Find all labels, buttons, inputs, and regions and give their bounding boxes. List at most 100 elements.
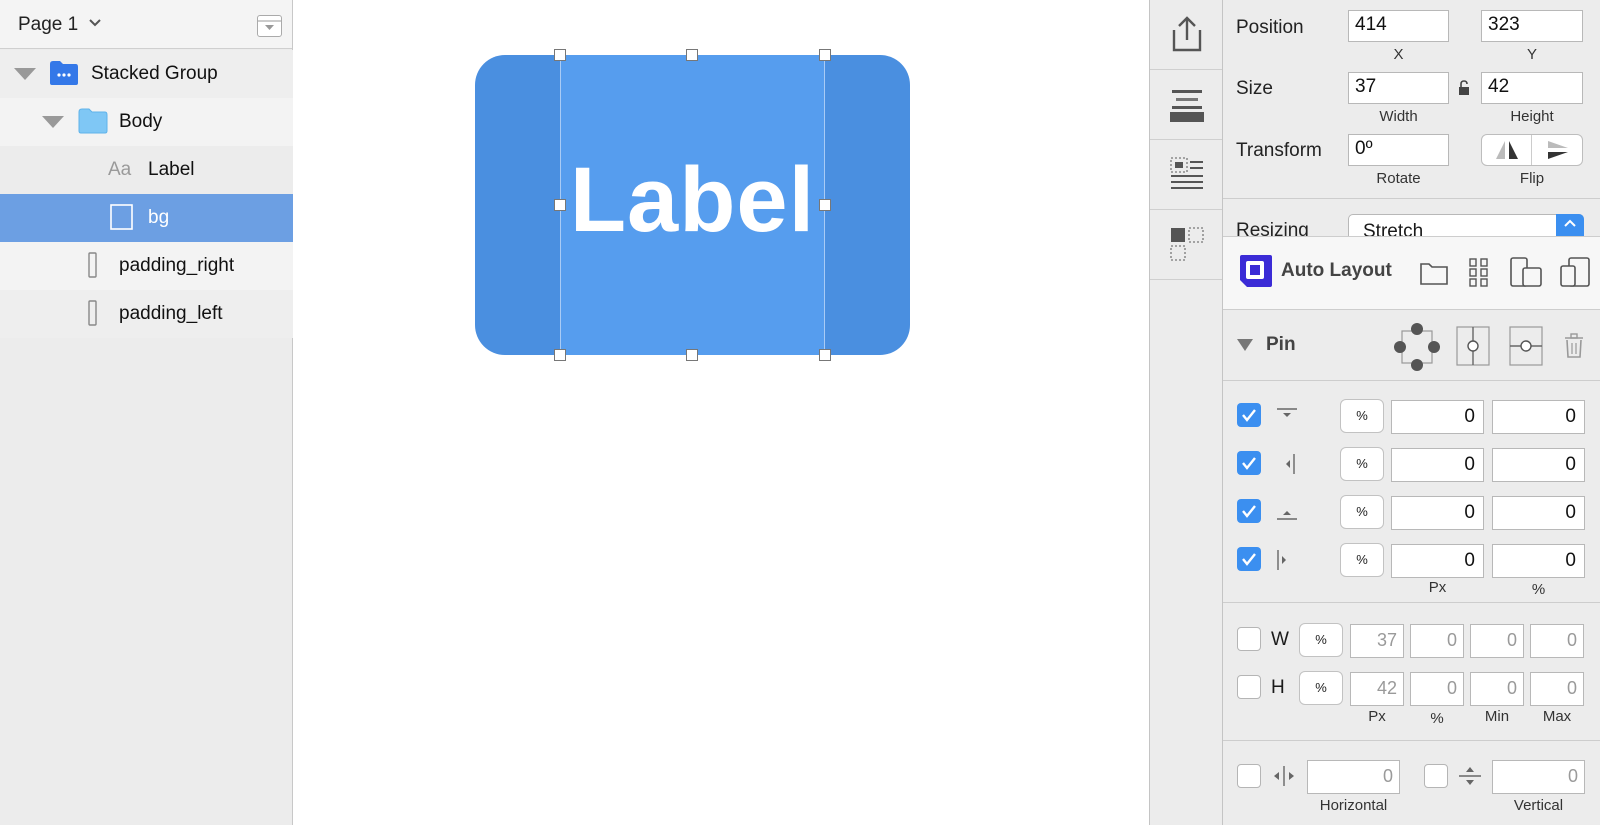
design-canvas[interactable]: Label <box>294 0 1149 825</box>
pin-top-px-input[interactable]: 0 <box>1391 400 1484 434</box>
pin-top-percent-input[interactable]: 0 <box>1492 400 1585 434</box>
center-horizontal-icon[interactable] <box>1455 325 1491 367</box>
center-vertical-icon[interactable] <box>1508 325 1544 367</box>
pin-top-unit-toggle[interactable]: % <box>1340 399 1384 433</box>
collapse-panel-icon[interactable] <box>257 15 282 37</box>
horizontal-spacing-input[interactable]: 0 <box>1307 760 1400 794</box>
select-arrows-icon <box>1556 214 1584 236</box>
flip-horizontal-icon <box>1496 141 1518 159</box>
selection-handle[interactable] <box>819 349 831 361</box>
auto-layout-title: Auto Layout <box>1281 260 1392 281</box>
height-caption: Height <box>1510 108 1554 125</box>
x-caption: X <box>1393 46 1404 63</box>
width-px-input[interactable]: 37 <box>1350 624 1404 658</box>
height-min-input[interactable]: 0 <box>1470 672 1524 706</box>
height-px-input[interactable]: 42 <box>1350 672 1404 706</box>
width-constraint-checkbox[interactable] <box>1237 627 1261 651</box>
height-unit-toggle[interactable]: % <box>1299 671 1343 705</box>
button-label-text[interactable]: Label <box>560 148 825 253</box>
rotate-input[interactable]: 0º <box>1348 134 1449 166</box>
folder-outline-icon[interactable] <box>1419 259 1449 287</box>
position-x-input[interactable]: 414 <box>1348 10 1449 42</box>
device-preview-icon[interactable] <box>1509 256 1543 288</box>
stack-folder-icon <box>50 61 78 85</box>
divider <box>1223 602 1600 603</box>
selection-handle[interactable] <box>554 49 566 61</box>
pin-right-px-input[interactable]: 0 <box>1391 544 1484 578</box>
height-max-input[interactable]: 0 <box>1530 672 1584 706</box>
pin-right-percent-input[interactable]: 0 <box>1492 544 1585 578</box>
layer-row-stacked-group[interactable]: Stacked Group <box>0 50 293 98</box>
disclosure-triangle-icon[interactable] <box>42 116 64 128</box>
layer-row-bg[interactable]: bg <box>0 194 293 242</box>
width-input[interactable]: 37 <box>1348 72 1449 104</box>
content-tool[interactable] <box>1150 140 1222 210</box>
vertical-spacing-input[interactable]: 0 <box>1492 760 1585 794</box>
text-layer-icon: Aa <box>108 159 132 180</box>
height-constraint-label: H <box>1271 677 1285 698</box>
width-max-input[interactable]: 0 <box>1530 624 1584 658</box>
grid-icon[interactable] <box>1468 257 1490 287</box>
height-input[interactable]: 42 <box>1481 72 1583 104</box>
pin-bottom-unit-toggle[interactable]: % <box>1340 495 1384 529</box>
percent-caption: % <box>1531 581 1546 598</box>
width-percent-input[interactable]: 0 <box>1410 624 1464 658</box>
selection-handle[interactable] <box>819 199 831 211</box>
pin-left-unit-toggle[interactable]: % <box>1340 447 1384 481</box>
pin-right-checkbox[interactable] <box>1237 547 1261 571</box>
vertical-spacing-icon <box>1459 767 1481 785</box>
width-unit-toggle[interactable]: % <box>1299 623 1343 657</box>
pin-right-icon <box>1277 550 1286 570</box>
pin-left-checkbox[interactable] <box>1237 451 1261 475</box>
horizontal-spacing-icon <box>1274 766 1294 786</box>
selection-handle[interactable] <box>554 349 566 361</box>
px-caption: Px <box>1428 579 1447 596</box>
layer-name: Stacked Group <box>91 63 218 84</box>
horizontal-spacing-checkbox[interactable] <box>1237 764 1261 788</box>
trash-icon[interactable] <box>1563 333 1585 359</box>
pin-top-icon <box>1277 408 1297 417</box>
page-selector[interactable]: Page 1 <box>18 14 78 36</box>
pin-bottom-percent-input[interactable]: 0 <box>1492 496 1585 530</box>
pin-top-checkbox[interactable] <box>1237 403 1261 427</box>
resizing-select[interactable]: Stretch <box>1348 214 1584 236</box>
flip-vertical-button[interactable] <box>1533 135 1583 165</box>
layer-name: Label <box>148 159 195 180</box>
layers-panel: Page 1 Stacked Group Body Aa Label bg pa… <box>0 0 293 825</box>
layer-row-body[interactable]: Body <box>0 98 293 146</box>
stack-tool[interactable] <box>1150 70 1222 140</box>
selection-handle[interactable] <box>686 49 698 61</box>
disclosure-triangle-icon[interactable] <box>1237 339 1253 351</box>
selection-handle[interactable] <box>554 199 566 211</box>
export-tool[interactable] <box>1150 0 1222 70</box>
rectangle-icon <box>88 300 97 326</box>
flip-horizontal-button[interactable] <box>1482 135 1532 165</box>
chevron-down-icon[interactable] <box>88 16 102 30</box>
pin-bottom-px-input[interactable]: 0 <box>1391 496 1484 530</box>
pin-bottom-checkbox[interactable] <box>1237 499 1261 523</box>
pin-right-unit-toggle[interactable]: % <box>1340 543 1384 577</box>
width-constraint-label: W <box>1271 629 1289 650</box>
selection-handle[interactable] <box>819 49 831 61</box>
selection-handle[interactable] <box>686 349 698 361</box>
height-constraint-checkbox[interactable] <box>1237 675 1261 699</box>
disclosure-triangle-icon[interactable] <box>14 68 36 80</box>
symbol-tool[interactable] <box>1150 210 1222 280</box>
layer-row-padding-left[interactable]: padding_left <box>0 290 293 338</box>
checkmark-icon <box>1242 409 1256 422</box>
tool-strip <box>1149 0 1223 825</box>
pin-all-icon[interactable] <box>1394 321 1440 373</box>
pin-left-percent-input[interactable]: 0 <box>1492 448 1585 482</box>
layer-row-label[interactable]: Aa Label <box>0 146 293 194</box>
checkmark-icon <box>1242 505 1256 518</box>
layer-row-padding-right[interactable]: padding_right <box>0 242 293 290</box>
pin-left-px-input[interactable]: 0 <box>1391 448 1484 482</box>
percent-caption: % <box>1430 710 1444 727</box>
vertical-spacing-checkbox[interactable] <box>1424 764 1448 788</box>
lock-icon[interactable] <box>1457 79 1471 97</box>
height-percent-input[interactable]: 0 <box>1410 672 1464 706</box>
position-y-input[interactable]: 323 <box>1481 10 1583 42</box>
device-rotate-icon[interactable] <box>1559 256 1593 288</box>
width-min-input[interactable]: 0 <box>1470 624 1524 658</box>
min-caption: Min <box>1484 708 1510 725</box>
